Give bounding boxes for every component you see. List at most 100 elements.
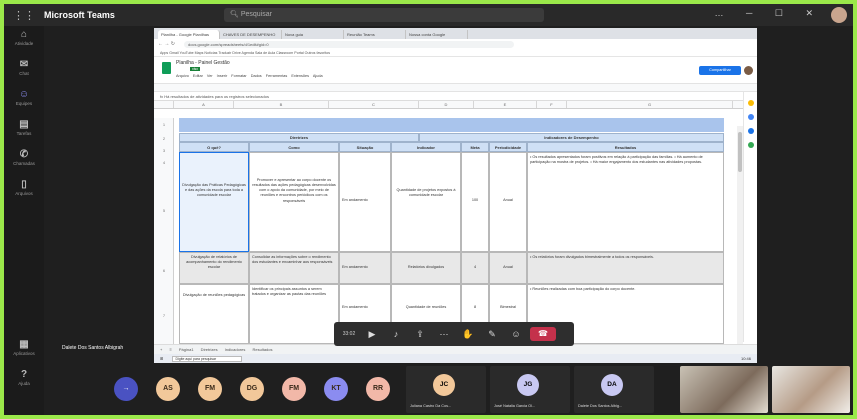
chat-icon: ✉ [19, 59, 29, 70]
participants-icon[interactable]: ☺ [504, 329, 528, 339]
col-header[interactable]: A [174, 101, 234, 108]
files-icon: ▯ [21, 179, 27, 190]
sheet-toolbar[interactable] [154, 83, 757, 92]
rail-item-activity[interactable]: ⌂ Atividade [4, 26, 44, 56]
address-bar[interactable]: docs.google.com/spreadsheets/d/1edit#gid… [184, 40, 514, 48]
col-header[interactable]: E [474, 101, 537, 108]
row-number: 5 [162, 208, 166, 213]
participant-avatar[interactable]: FM [198, 377, 222, 401]
contacts-icon[interactable] [747, 128, 754, 134]
browser-tab[interactable]: Nova guia [282, 30, 344, 39]
participant-tile[interactable]: DA Dalete Dos Santos Albig... [574, 366, 654, 413]
cell-situacao[interactable]: Em andamento [339, 252, 391, 284]
cell-o-que[interactable]: Divulgação de reuniões pedagógicas [179, 284, 249, 344]
share-screen-icon[interactable]: ⇪ [408, 329, 432, 340]
cell-periodicidade[interactable]: Anual [489, 152, 527, 252]
rail-item-apps[interactable]: ▦ Aplicativos [4, 336, 44, 366]
share-button[interactable]: Compartilhar [699, 66, 741, 75]
sheet-header: Planilha - Painel Gestão xlsx Arquivo Ed… [154, 57, 757, 83]
doc-title[interactable]: Planilha - Painel Gestão [176, 60, 230, 66]
row-number: 6 [162, 268, 166, 273]
app-launcher-icon[interactable]: ⋮⋮ [4, 9, 44, 22]
raise-hand-icon[interactable]: ✋ [456, 329, 480, 340]
maps-icon[interactable] [747, 142, 754, 148]
scroll-thumb[interactable] [738, 132, 742, 172]
tasks-icon[interactable] [747, 114, 754, 120]
keep-icon[interactable] [747, 100, 754, 106]
row-numbers: 1 2 3 4 5 6 7 [154, 118, 174, 344]
window-controls[interactable]: … ─ ☐ ✕ [715, 8, 824, 19]
column-title: Meta [461, 142, 489, 152]
browser-tab[interactable]: CHAVES DE DESEMPENHO [220, 30, 282, 39]
search-input[interactable]: 🔍︎ Pesquisar [224, 8, 544, 22]
cell-resultados[interactable]: • Os relatórios foram divulgados bimestr… [527, 252, 724, 284]
browser-tab[interactable]: Planilha - Google Planilhas [158, 30, 220, 39]
col-header[interactable]: G [567, 101, 733, 108]
bookmarks-bar[interactable]: Apps Gmail YouTube Maps Notícias Traduzi… [154, 49, 757, 57]
tasks-icon: ▤ [19, 119, 29, 130]
cell-o-que[interactable]: Divulgação das Práticas Pedagógicas e da… [179, 152, 249, 252]
rail-item-files[interactable]: ▯ Arquivos [4, 176, 44, 206]
participant-avatar[interactable]: FM [282, 377, 306, 401]
video-tile[interactable] [772, 366, 850, 413]
video-tile[interactable] [680, 366, 768, 413]
participant-avatar[interactable]: KT [324, 377, 348, 401]
sheet-grid[interactable]: 1 2 3 4 5 6 7 Diretrizes Indicadores de … [154, 118, 734, 344]
more-participants-icon[interactable]: → [114, 377, 138, 401]
participant-tile[interactable]: JC Juliana Castro Da Cos... [406, 366, 486, 413]
cell-como[interactable]: Identificar os principais assuntos a ser… [249, 284, 339, 344]
cell-periodicidade[interactable]: Anual [489, 252, 527, 284]
nav-arrows-icon[interactable]: ← → ↻ [158, 41, 184, 47]
col-header[interactable]: F [537, 101, 567, 108]
shared-taskbar: ⊞ Digite aqui para pesquisar 10:46 [154, 354, 757, 363]
teams-icon: ☺ [18, 89, 30, 100]
rail-label: Chamadas [13, 161, 35, 166]
rail-item-calls[interactable]: ✆ Chamadas [4, 146, 44, 176]
column-title: Periodicidade [489, 142, 527, 152]
windows-start-icon[interactable]: ⊞ [160, 356, 163, 361]
participant-avatar[interactable]: AS [156, 377, 180, 401]
cell-meta[interactable]: 4 [461, 252, 489, 284]
chat-icon[interactable]: ✎ [480, 329, 504, 340]
sheet-menu[interactable]: Arquivo Editar Ver Inserir Formatar Dado… [176, 74, 323, 78]
browser-tab[interactable]: Reunião Teams [344, 30, 406, 39]
leave-call-button[interactable]: ☎ [530, 327, 556, 341]
rail-item-teams[interactable]: ☺ Equipes [4, 86, 44, 116]
taskbar-search[interactable]: Digite aqui para pesquisar [172, 356, 243, 362]
cell-como[interactable]: Consolidar as informações sobre o rendim… [249, 252, 339, 284]
col-header[interactable]: D [419, 101, 474, 108]
apps-icon: ▦ [19, 339, 29, 350]
cell-indicador[interactable]: Relatórios divulgados [391, 252, 461, 284]
row-number: 4 [162, 160, 166, 165]
account-avatar[interactable] [744, 66, 753, 75]
browser-tab[interactable]: Nossa conta Google [406, 30, 468, 39]
participant-avatar[interactable]: RR [366, 377, 390, 401]
cell-indicador[interactable]: Quantidade de projetos expostos à comuni… [391, 152, 461, 252]
column-title: Situação [339, 142, 391, 152]
cell-o-que[interactable]: Divulgação de relatórios de acompanhamen… [179, 252, 249, 284]
camera-icon[interactable]: ▶ [360, 329, 384, 340]
participant-tile[interactable]: JG José Natalia Garcia Ol... [490, 366, 570, 413]
rail-item-tasks[interactable]: ▤ Tarefas [4, 116, 44, 146]
col-header[interactable]: B [234, 101, 329, 108]
mic-icon[interactable]: ♪ [384, 329, 408, 339]
avatar[interactable] [831, 7, 847, 23]
app-rail: ⌂ Atividade ✉ Chat ☺ Equipes ▤ Tarefas ✆ Cham… [4, 26, 44, 415]
app-name: Microsoft Teams [44, 10, 115, 20]
participant-avatar[interactable]: DG [240, 377, 264, 401]
rail-item-chat[interactable]: ✉ Chat [4, 56, 44, 86]
column-headers: A B C D E F G [154, 101, 757, 109]
more-icon[interactable]: ⋯ [432, 329, 456, 340]
cell-resultados[interactable]: • Os resultados apresentados foram posit… [527, 152, 724, 252]
cell-como[interactable]: Promover e apresentar ao corpo docente o… [249, 152, 339, 252]
cell-meta[interactable]: 100 [461, 152, 489, 252]
rail-label: Ajuda [18, 381, 30, 386]
rail-item-help[interactable]: ? Ajuda [4, 366, 44, 396]
rail-label: Tarefas [16, 131, 32, 136]
browser-address-row: ← → ↻ docs.google.com/spreadsheets/d/1ed… [154, 39, 757, 49]
column-title: Indicador [391, 142, 461, 152]
teams-window: ⋮⋮ Microsoft Teams 🔍︎ Pesquisar … ─ ☐ ✕ … [4, 4, 853, 415]
cell-situacao[interactable]: Em andamento [339, 152, 391, 252]
formula-bar[interactable]: fx Há resultados de atividades para os r… [154, 92, 757, 101]
col-header[interactable]: C [329, 101, 419, 108]
